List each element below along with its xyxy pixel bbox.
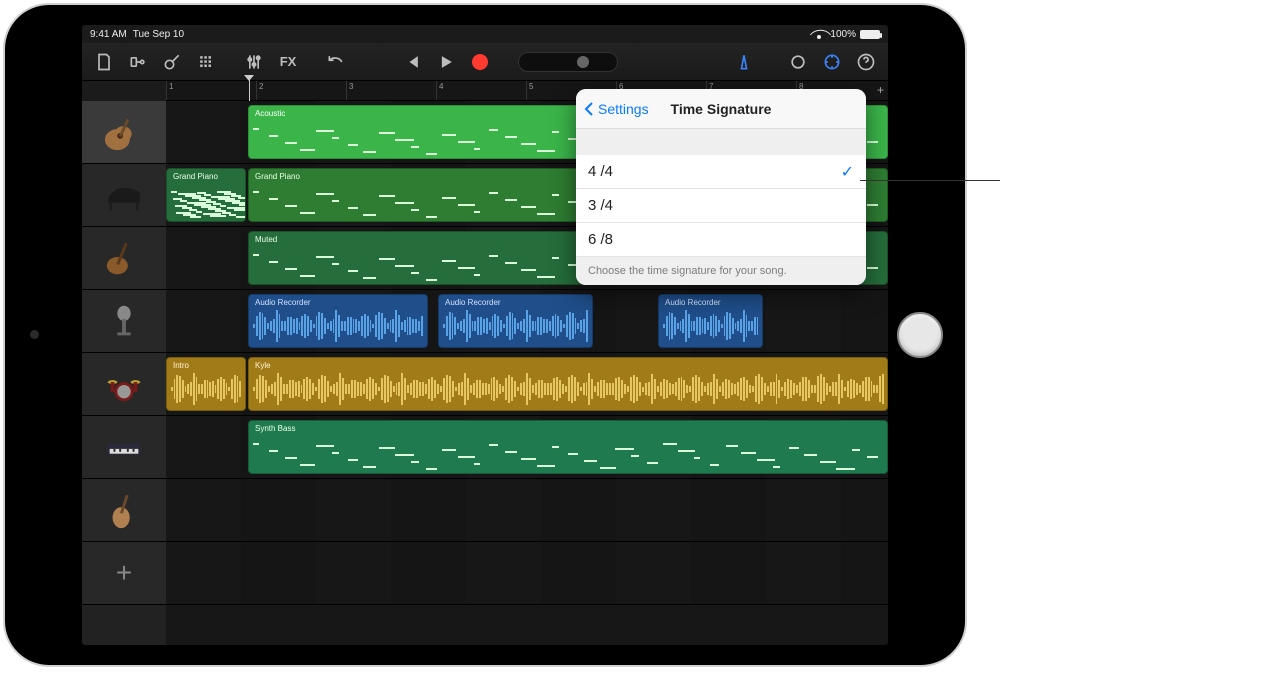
option-label: 3 /4 [588,197,613,214]
grid-button[interactable] [190,47,222,77]
lane[interactable]: Synth Bass [166,416,888,479]
region-label: Intro [173,361,189,370]
option-label: 6 /8 [588,231,613,248]
track-header-acoustic-guitar[interactable] [82,101,166,164]
wifi-icon [814,29,826,39]
grand-piano-icon [100,174,148,216]
add-track-button[interactable]: + [82,542,166,605]
record-button[interactable] [464,47,496,77]
ipad-frame: 9:41 AM Tue Sep 10 100% [5,5,965,665]
time-signature-option[interactable]: 6 /8 [576,223,866,257]
region-label: Acoustic [255,109,285,118]
popover-options: 4 /4 ✓ 3 /4 6 /8 [576,155,866,257]
microphone-icon [100,300,148,342]
metronome-button[interactable] [728,47,760,77]
position-slider[interactable] [518,52,618,72]
add-section-button[interactable]: + [877,83,884,97]
loop-button[interactable] [782,47,814,77]
lane[interactable] [166,542,888,605]
keyboard-synth-icon [100,426,148,468]
region-label: Muted [255,235,277,244]
track-header-bass-guitar[interactable] [82,227,166,290]
region[interactable]: Audio Recorder [248,294,428,348]
lane[interactable]: Intro Kyle [166,353,888,416]
region-label: Grand Piano [173,172,218,181]
status-date: Tue Sep 10 [133,29,184,40]
popover-title: Time Signature [671,101,772,117]
time-signature-option[interactable]: 3 /4 [576,189,866,223]
ruler-measure: 2 [259,82,263,91]
ruler-measure: 4 [439,82,443,91]
popover-back-button[interactable]: Settings [584,101,649,117]
region-label: Synth Bass [255,424,295,433]
region[interactable]: Intro [166,357,246,411]
callout-line [860,180,1000,181]
region[interactable]: Audio Recorder [658,294,763,348]
ruler-measure: 3 [349,82,353,91]
region[interactable]: Kyle [248,357,888,411]
drum-kit-icon [100,363,148,405]
undo-button[interactable] [320,47,352,77]
browser-button[interactable] [122,47,154,77]
track-header-microphone[interactable] [82,290,166,353]
popover-footer: Choose the time signature for your song. [576,257,866,285]
time-signature-option[interactable]: 4 /4 ✓ [576,155,866,189]
popover-header: Settings Time Signature [576,89,866,129]
battery-pct: 100% [830,29,856,40]
my-songs-button[interactable] [88,47,120,77]
region-label: Kyle [255,361,271,370]
region[interactable]: Synth Bass [248,420,888,474]
play-button[interactable] [430,47,462,77]
record-icon [472,54,488,70]
ruler-measure: 1 [169,82,173,91]
region-label: Grand Piano [255,172,300,181]
region[interactable]: Grand Piano [166,168,246,222]
status-bar: 9:41 AM Tue Sep 10 100% [82,25,888,43]
region-label: Audio Recorder [255,298,311,307]
go-to-beginning-button[interactable] [396,47,428,77]
settings-button[interactable] [816,47,848,77]
region[interactable]: Audio Recorder [438,294,593,348]
mixer-button[interactable] [238,47,270,77]
acoustic-guitar-icon [100,111,148,153]
time-signature-popover: Settings Time Signature 4 /4 ✓ 3 /4 6 /8 Ch… [576,89,866,285]
track-header-grand-piano[interactable] [82,164,166,227]
track-headers: + [82,101,166,645]
instrument-button[interactable] [156,47,188,77]
region-label: Audio Recorder [665,298,721,307]
track-header-synth[interactable] [82,416,166,479]
bass-guitar-icon [100,237,148,279]
check-icon: ✓ [841,162,854,182]
ruler-measure: 5 [529,82,533,91]
region-label: Audio Recorder [445,298,501,307]
battery-icon [860,30,880,39]
option-label: 4 /4 [588,163,613,180]
track-header-drums[interactable] [82,353,166,416]
pipa-icon [100,489,148,531]
status-time: 9:41 AM [90,29,127,40]
home-button[interactable] [897,312,943,358]
help-button[interactable] [850,47,882,77]
app-screen: 9:41 AM Tue Sep 10 100% [82,25,888,645]
position-knob[interactable] [577,56,589,68]
fx-button[interactable]: FX [272,47,304,77]
lane[interactable] [166,479,888,542]
track-header-pipa[interactable] [82,479,166,542]
toolbar: FX [82,43,888,81]
lane[interactable]: Audio Recorder Audio Recorder Audio Record… [166,290,888,353]
